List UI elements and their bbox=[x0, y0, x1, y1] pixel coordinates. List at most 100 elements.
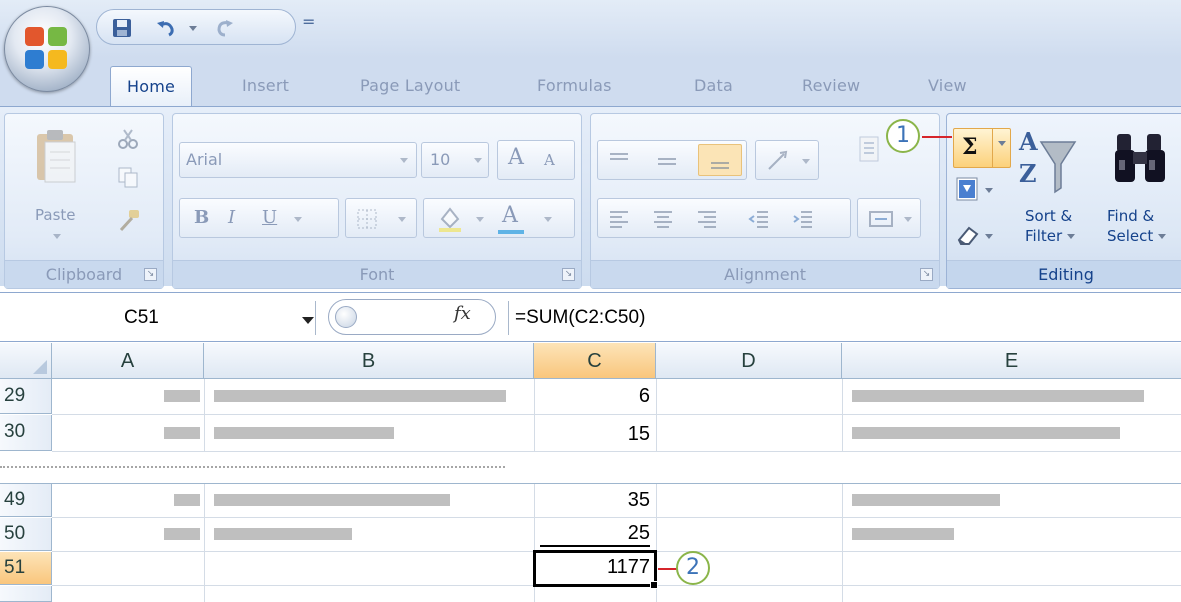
number-format-icon[interactable] bbox=[858, 135, 882, 163]
copy-icon[interactable] bbox=[117, 166, 139, 188]
font-size-select[interactable]: 10 bbox=[421, 142, 489, 178]
format-painter-icon[interactable] bbox=[117, 208, 141, 232]
orientation-button[interactable] bbox=[755, 140, 819, 180]
clear-icon[interactable] bbox=[955, 224, 981, 246]
ribbon-tabs: Home Insert Page Layout Formulas Data Re… bbox=[0, 58, 1181, 108]
autosum-dropdown-icon[interactable] bbox=[998, 141, 1006, 146]
row-header-52[interactable] bbox=[0, 586, 52, 602]
bold-button[interactable]: B bbox=[194, 207, 209, 228]
decrease-indent-icon[interactable] bbox=[748, 208, 770, 230]
tab-insert[interactable]: Insert bbox=[242, 76, 289, 95]
shrink-font-button[interactable]: A bbox=[544, 151, 555, 169]
select-all-button[interactable] bbox=[0, 343, 52, 379]
merge-dropdown-icon[interactable] bbox=[904, 217, 912, 222]
name-box[interactable]: C51 bbox=[6, 301, 316, 335]
increase-indent-icon[interactable] bbox=[792, 208, 814, 230]
top-align-icon[interactable] bbox=[608, 151, 630, 171]
grow-font-button[interactable]: A bbox=[508, 145, 524, 170]
name-box-dropdown-icon[interactable] bbox=[302, 317, 314, 324]
font-size-dropdown-icon[interactable] bbox=[474, 158, 482, 163]
column-header-c[interactable]: C bbox=[534, 343, 656, 379]
font-color-button[interactable]: A bbox=[502, 203, 518, 228]
row-29-e-value bbox=[852, 390, 1144, 402]
font-group: Arial 10 A A B I U A Font ↘ bbox=[172, 113, 582, 289]
editing-group-label: Editing bbox=[947, 260, 1181, 288]
font-color-dropdown-icon[interactable] bbox=[544, 217, 552, 222]
undo-dropdown-icon[interactable] bbox=[189, 26, 197, 31]
undo-icon[interactable] bbox=[155, 17, 177, 39]
tab-page-layout[interactable]: Page Layout bbox=[360, 76, 460, 95]
find-select-button[interactable]: Find & Select bbox=[1107, 206, 1167, 246]
tab-view[interactable]: View bbox=[928, 76, 967, 95]
column-header-d[interactable]: D bbox=[656, 343, 842, 379]
row-29-a-value bbox=[164, 390, 200, 402]
formula-input[interactable]: =SUM(C2:C50) bbox=[508, 301, 645, 335]
bottom-align-button[interactable] bbox=[698, 144, 742, 176]
fill-color-dropdown-icon[interactable] bbox=[476, 217, 484, 222]
font-group-label: Font bbox=[173, 260, 581, 288]
row-50-c-value[interactable]: 25 bbox=[540, 522, 650, 547]
tab-formulas[interactable]: Formulas bbox=[537, 76, 612, 95]
tab-data[interactable]: Data bbox=[694, 76, 733, 95]
row-49-c-value[interactable]: 35 bbox=[540, 489, 650, 512]
save-icon[interactable] bbox=[111, 17, 133, 39]
font-name-select[interactable]: Arial bbox=[179, 142, 417, 178]
row-header-49[interactable]: 49 bbox=[0, 484, 52, 517]
paste-dropdown-icon[interactable] bbox=[53, 234, 61, 239]
formula-expand-icon[interactable] bbox=[335, 306, 357, 328]
callout-2: 2 bbox=[676, 551, 710, 585]
row-header-51[interactable]: 51 bbox=[0, 552, 52, 585]
merge-center-button[interactable] bbox=[857, 198, 921, 238]
borders-button[interactable] bbox=[345, 198, 417, 238]
font-color-swatch bbox=[498, 230, 524, 234]
horizontal-align-buttons bbox=[597, 198, 851, 238]
office-button[interactable] bbox=[4, 6, 90, 92]
redo-icon[interactable] bbox=[213, 17, 235, 39]
cut-icon[interactable] bbox=[117, 128, 139, 150]
customize-toolbar-icon[interactable]: = bbox=[302, 12, 315, 31]
borders-dropdown-icon[interactable] bbox=[398, 217, 406, 222]
clipboard-launcher-icon[interactable]: ↘ bbox=[144, 268, 157, 281]
active-cell-c51[interactable]: 1177 bbox=[533, 550, 657, 587]
underline-dropdown-icon[interactable] bbox=[294, 217, 302, 222]
align-center-icon[interactable] bbox=[652, 208, 674, 230]
paste-icon[interactable] bbox=[35, 128, 79, 186]
autosum-icon: Σ bbox=[962, 134, 978, 160]
underline-button[interactable]: U bbox=[262, 207, 277, 228]
sort-filter-button[interactable]: Sort & Filter bbox=[1025, 206, 1076, 246]
align-right-icon[interactable] bbox=[696, 208, 718, 230]
middle-align-icon[interactable] bbox=[656, 151, 678, 171]
tab-review[interactable]: Review bbox=[802, 76, 860, 95]
clear-dropdown-icon[interactable] bbox=[985, 234, 993, 239]
fill-handle[interactable] bbox=[650, 581, 658, 589]
font-name-dropdown-icon[interactable] bbox=[400, 158, 408, 163]
column-header-a[interactable]: A bbox=[52, 343, 204, 379]
alignment-group-label: Alignment bbox=[591, 260, 939, 288]
italic-button[interactable]: I bbox=[228, 207, 235, 228]
fill-icon[interactable] bbox=[955, 176, 979, 202]
autosum-button[interactable]: Σ bbox=[953, 128, 1011, 168]
sort-filter-icon[interactable]: A Z bbox=[1017, 124, 1077, 200]
align-left-icon[interactable] bbox=[608, 208, 630, 230]
fill-dropdown-icon[interactable] bbox=[985, 188, 993, 193]
orientation-dropdown-icon[interactable] bbox=[802, 159, 810, 164]
tab-home[interactable]: Home bbox=[110, 66, 193, 108]
alignment-launcher-icon[interactable]: ↘ bbox=[920, 268, 933, 281]
row-header-50[interactable]: 50 bbox=[0, 518, 52, 551]
paste-label[interactable]: Paste bbox=[35, 206, 76, 224]
column-header-b[interactable]: B bbox=[204, 343, 534, 379]
row-49-b-value bbox=[214, 494, 450, 506]
row-49-e-value bbox=[852, 494, 1000, 506]
row-29-c-value[interactable]: 6 bbox=[540, 385, 650, 408]
insert-function-button[interactable]: fx bbox=[454, 303, 471, 324]
row-header-30[interactable]: 30 bbox=[0, 415, 52, 451]
row-30-c-value[interactable]: 15 bbox=[540, 423, 650, 446]
font-size-value: 10 bbox=[430, 150, 451, 169]
editing-group: Σ A Z Sort & Filter Find & Select Editin… bbox=[946, 113, 1181, 289]
bottom-align-icon bbox=[711, 162, 729, 169]
row-header-29[interactable]: 29 bbox=[0, 379, 52, 414]
font-launcher-icon[interactable]: ↘ bbox=[562, 268, 575, 281]
find-select-icon[interactable] bbox=[1113, 130, 1169, 194]
column-header-e[interactable]: E bbox=[842, 343, 1181, 379]
fill-color-icon[interactable] bbox=[436, 205, 464, 233]
